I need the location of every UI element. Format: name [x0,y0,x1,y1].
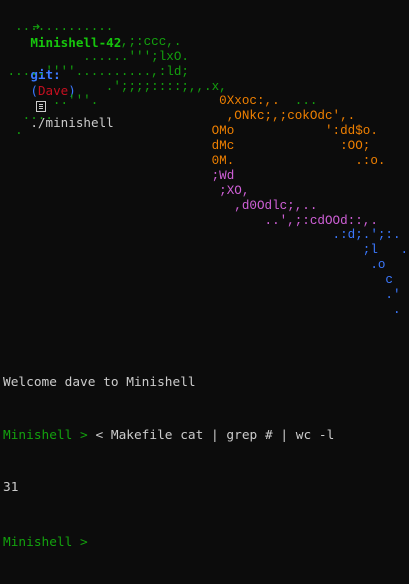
ascii-art-line: .... ,ONkc;,;cokOdc',. [0,109,409,124]
ascii-art-segment: c [0,273,393,288]
ascii-art-segment: .....''''..........,:ld; [0,64,189,79]
ascii-art-line: ,d0Odlc;,.. [0,199,409,214]
ascii-art-segment: .:o. [234,154,386,169]
active-prompt-line[interactable]: Minishell > [3,532,334,550]
ascii-art-segment: ,d0Odlc;,.. [0,198,318,213]
ascii-art-line: ;l .. [0,243,409,258]
shell-session: Welcome dave to Minishell Minishell > < … [3,339,334,584]
ascii-art-segment: dMc [0,139,235,154]
ascii-art-line: .';;;;::::;,,.x, [0,80,409,95]
ascii-art-line: c [0,273,409,288]
welcome-message: Welcome dave to Minishell [3,375,196,390]
ascii-art-line: ..,;:ccc,. [0,35,409,50]
command-input: < Makefile cat | grep # | wc -l [95,427,335,443]
ascii-art-line: .' [0,288,409,303]
ascii-art-line: .....''''..........,:ld; [0,65,409,80]
ascii-art-line: ;Wd [0,169,409,184]
ascii-art-segment: .... [0,109,53,124]
ascii-art-segment: .';;;;::::;,,.x, [0,79,227,94]
ascii-art-line: ..'''. 0Xxoc:,. ... [0,94,409,109]
ascii-art-segment: ... [279,94,318,109]
ascii-art-segment: ;l .. [0,243,409,258]
ascii-art-line: .:d;.';:. [0,228,409,243]
minishell-prompt: Minishell > [3,427,96,443]
ascii-art-segment: ............. [0,20,114,34]
ascii-art-line: 0M. .:o. [0,154,409,169]
ascii-art-segment: . [0,302,401,317]
ascii-art-line: ............. [0,20,409,35]
ascii-art-line: dMc :OO; [0,139,409,154]
text-cursor [95,532,102,546]
ascii-art-segment: ......''';lxO. [0,49,189,64]
shell-prompt-line: ➜ Minishell-42 git: (Dave) ./minishell [0,3,121,130]
ascii-art-segment: ..'''. [0,94,99,109]
ascii-art-segment: . [0,124,23,139]
terminal-window[interactable]: ➜ Minishell-42 git: (Dave) ./minishell .… [0,0,409,550]
ascii-art-segment: OMo [22,124,235,139]
command-output: 31 [3,480,19,495]
ascii-art-segment: ':dd$o. [234,124,378,139]
ascii-art-line: ;XO, [0,184,409,199]
ascii-art-segment: ..',;:cdOOd::,. [0,213,378,228]
ascii-art-segment: 0M. [0,154,235,169]
ascii-art-segment: .:d;.';:. [0,228,401,243]
minishell-prompt: Minishell > [3,534,96,550]
ascii-art-segment: :OO; [234,139,371,154]
ascii-art-line: . OMo ':dd$o. [0,124,409,139]
ascii-art-line: .o [0,258,409,273]
ascii-art-line: ......''';lxO. [0,50,409,65]
command-line[interactable]: Minishell > < Makefile cat | grep # | wc… [3,427,334,445]
ascii-art-line: ..',;:cdOOd::,. [0,214,409,229]
ascii-art-segment: ,ONkc;,;cokOdc',. [52,109,356,124]
ascii-art-segment: ..,;:ccc,. [0,34,182,49]
ascii-art-segment: ;Wd [0,168,235,183]
ascii-art-line: . [0,303,409,318]
ascii-art-segment: .' [0,288,401,303]
ascii-art-logo: ............. ..,;:ccc,. ......''';lxO. … [0,20,409,318]
ascii-art-segment: ;XO, [0,183,250,198]
ascii-art-segment: .o [0,258,386,273]
ascii-art-segment: 0Xxoc:,. [98,94,280,109]
